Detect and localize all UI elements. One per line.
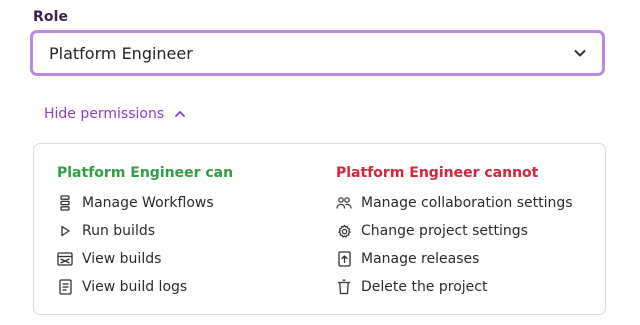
list-item: Run builds: [57, 217, 233, 245]
role-select-value: Platform Engineer: [49, 43, 193, 63]
permission-label: View builds: [82, 251, 162, 267]
permission-label: Manage collaboration settings: [361, 195, 573, 211]
cannot-title: Platform Engineer cannot: [336, 165, 539, 181]
permission-label: Change project settings: [361, 223, 528, 239]
chevron-down-icon: [572, 45, 588, 61]
builds-icon: [57, 251, 73, 267]
role-label: Role: [33, 9, 69, 25]
people-icon: [336, 195, 352, 211]
play-icon: [57, 223, 73, 239]
list-item: View build logs: [57, 273, 233, 301]
release-icon: [336, 251, 352, 267]
permission-label: View build logs: [82, 279, 188, 295]
permission-label: Manage Workflows: [82, 195, 214, 211]
trash-icon: [336, 279, 352, 295]
cannot-column: Platform Engineer cannot Manage collabor…: [336, 164, 573, 301]
workflow-icon: [57, 195, 73, 211]
list-item: View builds: [57, 245, 233, 273]
permission-label: Run builds: [82, 223, 156, 239]
hide-permissions-toggle[interactable]: Hide permissions: [44, 106, 186, 122]
log-icon: [57, 279, 73, 295]
chevron-up-icon: [174, 108, 186, 120]
permission-label: Delete the project: [361, 279, 488, 295]
list-item: Manage collaboration settings: [336, 189, 573, 217]
role-select[interactable]: Platform Engineer: [30, 30, 605, 76]
list-item: Manage Workflows: [57, 189, 233, 217]
hide-permissions-label: Hide permissions: [44, 106, 165, 122]
list-item: Manage releases: [336, 245, 573, 273]
can-column: Platform Engineer can Manage Workflows R…: [57, 164, 233, 301]
list-item: Change project settings: [336, 217, 573, 245]
can-title: Platform Engineer can: [57, 165, 234, 181]
gear-icon: [336, 223, 352, 239]
list-item: Delete the project: [336, 273, 573, 301]
permissions-panel: Platform Engineer can Manage Workflows R…: [33, 143, 606, 315]
permission-label: Manage releases: [361, 251, 480, 267]
